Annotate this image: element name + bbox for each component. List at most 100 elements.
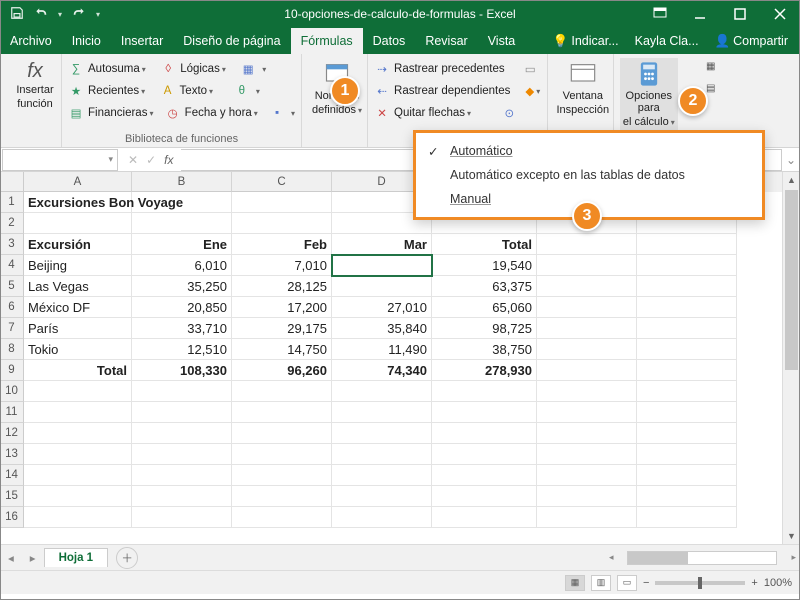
row-header-3[interactable]: 3 — [0, 234, 24, 255]
cell[interactable]: 27,010 — [332, 297, 432, 318]
row-header-5[interactable]: 5 — [0, 276, 24, 297]
cell[interactable] — [537, 381, 637, 402]
row-header-12[interactable]: 12 — [0, 423, 24, 444]
cell[interactable] — [332, 423, 432, 444]
cell[interactable]: 20,850 — [132, 297, 232, 318]
calc-option-auto-except[interactable]: Automático excepto en las tablas de dato… — [416, 163, 762, 187]
ribbon-options-icon[interactable] — [640, 0, 680, 28]
tab-view[interactable]: Vista — [478, 28, 526, 54]
new-sheet-button[interactable]: ＋ — [116, 547, 138, 569]
sheet-tab-1[interactable]: Hoja 1 — [44, 548, 109, 567]
account-user[interactable]: Kayla Cla... — [629, 34, 705, 48]
cell[interactable] — [537, 507, 637, 528]
cell[interactable] — [637, 381, 737, 402]
cell[interactable] — [232, 402, 332, 423]
tab-nav-prev-icon[interactable]: ◂ — [0, 551, 22, 565]
cell[interactable]: 12,510 — [132, 339, 232, 360]
row-header-8[interactable]: 8 — [0, 339, 24, 360]
cell[interactable] — [432, 402, 537, 423]
row-header-7[interactable]: 7 — [0, 318, 24, 339]
cell[interactable] — [332, 486, 432, 507]
row-header-4[interactable]: 4 — [0, 255, 24, 276]
cell[interactable]: 28,125 — [232, 276, 332, 297]
cells-grid[interactable]: Excursiones Bon VoyageExcursiónEneFebMar… — [24, 192, 782, 544]
view-normal-button[interactable]: ▦ — [565, 575, 585, 591]
cell[interactable]: México DF — [24, 297, 132, 318]
row-header-15[interactable]: 15 — [0, 486, 24, 507]
cell[interactable]: 17,200 — [232, 297, 332, 318]
cell[interactable] — [432, 444, 537, 465]
cell[interactable]: 6,010 — [132, 255, 232, 276]
cell[interactable] — [637, 297, 737, 318]
cell[interactable]: 96,260 — [232, 360, 332, 381]
remove-arrows-button[interactable]: ✕Quitar flechas ⊙ — [374, 102, 541, 124]
cell[interactable] — [132, 465, 232, 486]
row-header-6[interactable]: 6 — [0, 297, 24, 318]
calculate-now-button[interactable]: ▦ — [700, 56, 722, 76]
row-header-16[interactable]: 16 — [0, 507, 24, 528]
tab-review[interactable]: Revisar — [415, 28, 477, 54]
cell[interactable] — [332, 402, 432, 423]
cell[interactable] — [637, 255, 737, 276]
zoom-in-button[interactable]: + — [751, 577, 757, 589]
cell[interactable] — [637, 486, 737, 507]
scroll-up-icon[interactable]: ▲ — [783, 172, 800, 188]
watch-window-button[interactable]: Ventana Inspección — [554, 58, 612, 118]
vscroll-thumb[interactable] — [785, 190, 798, 370]
save-icon[interactable] — [10, 6, 24, 23]
hscroll-left-icon[interactable]: ◂ — [609, 552, 614, 563]
column-header-B[interactable]: B — [132, 172, 232, 192]
tab-insert[interactable]: Insertar — [111, 28, 173, 54]
cell[interactable] — [232, 465, 332, 486]
cell[interactable] — [24, 423, 132, 444]
cell[interactable]: Las Vegas — [24, 276, 132, 297]
tab-nav-next-icon[interactable]: ▸ — [22, 551, 44, 565]
cell[interactable] — [537, 402, 637, 423]
cell[interactable] — [132, 192, 232, 213]
cell[interactable] — [132, 444, 232, 465]
cell[interactable] — [332, 465, 432, 486]
cell[interactable] — [432, 486, 537, 507]
qat-customize-icon[interactable]: ▾ — [96, 10, 100, 19]
cell[interactable] — [637, 423, 737, 444]
cell[interactable] — [24, 444, 132, 465]
calculation-options-button[interactable]: Opciones para el cálculo — [620, 58, 678, 130]
cell[interactable] — [537, 255, 637, 276]
minimize-button[interactable] — [680, 0, 720, 28]
cell[interactable] — [24, 381, 132, 402]
cell[interactable]: 98,725 — [432, 318, 537, 339]
cell[interactable] — [537, 339, 637, 360]
cell[interactable]: 35,840 — [332, 318, 432, 339]
trace-dependents-button[interactable]: ⇠Rastrear dependientes ◆ — [374, 80, 541, 102]
recent-button[interactable]: ★Recientes ATexto θ — [68, 80, 295, 102]
row-headers[interactable]: 12345678910111213141516 — [0, 192, 24, 528]
cell[interactable] — [537, 276, 637, 297]
cell[interactable] — [637, 360, 737, 381]
share-button[interactable]: 👤Compartir — [709, 34, 794, 49]
cell[interactable] — [24, 465, 132, 486]
expand-formula-bar-icon[interactable]: ⌄ — [782, 153, 800, 167]
name-box[interactable] — [2, 149, 118, 171]
cell[interactable]: 65,060 — [432, 297, 537, 318]
tab-data[interactable]: Datos — [363, 28, 416, 54]
hscroll-thumb[interactable] — [628, 552, 688, 564]
view-page-layout-button[interactable]: ▥ — [591, 575, 611, 591]
row-header-14[interactable]: 14 — [0, 465, 24, 486]
tab-page-layout[interactable]: Diseño de página — [173, 28, 290, 54]
cell[interactable] — [432, 507, 537, 528]
cell[interactable] — [132, 402, 232, 423]
cell[interactable] — [637, 276, 737, 297]
row-header-1[interactable]: 1 — [0, 192, 24, 213]
cell[interactable] — [232, 444, 332, 465]
cell[interactable]: 33,710 — [132, 318, 232, 339]
cell[interactable]: Ene — [132, 234, 232, 255]
cell[interactable] — [232, 213, 332, 234]
cell[interactable] — [132, 507, 232, 528]
cell[interactable]: Beijing — [24, 255, 132, 276]
row-header-9[interactable]: 9 — [0, 360, 24, 381]
enter-icon[interactable]: ✓ — [146, 153, 156, 167]
cell[interactable] — [637, 318, 737, 339]
zoom-thumb[interactable] — [698, 577, 702, 589]
undo-dropdown-icon[interactable]: ▾ — [58, 10, 62, 19]
trace-precedents-button[interactable]: ⇢Rastrear precedentes ▭ — [374, 58, 541, 80]
